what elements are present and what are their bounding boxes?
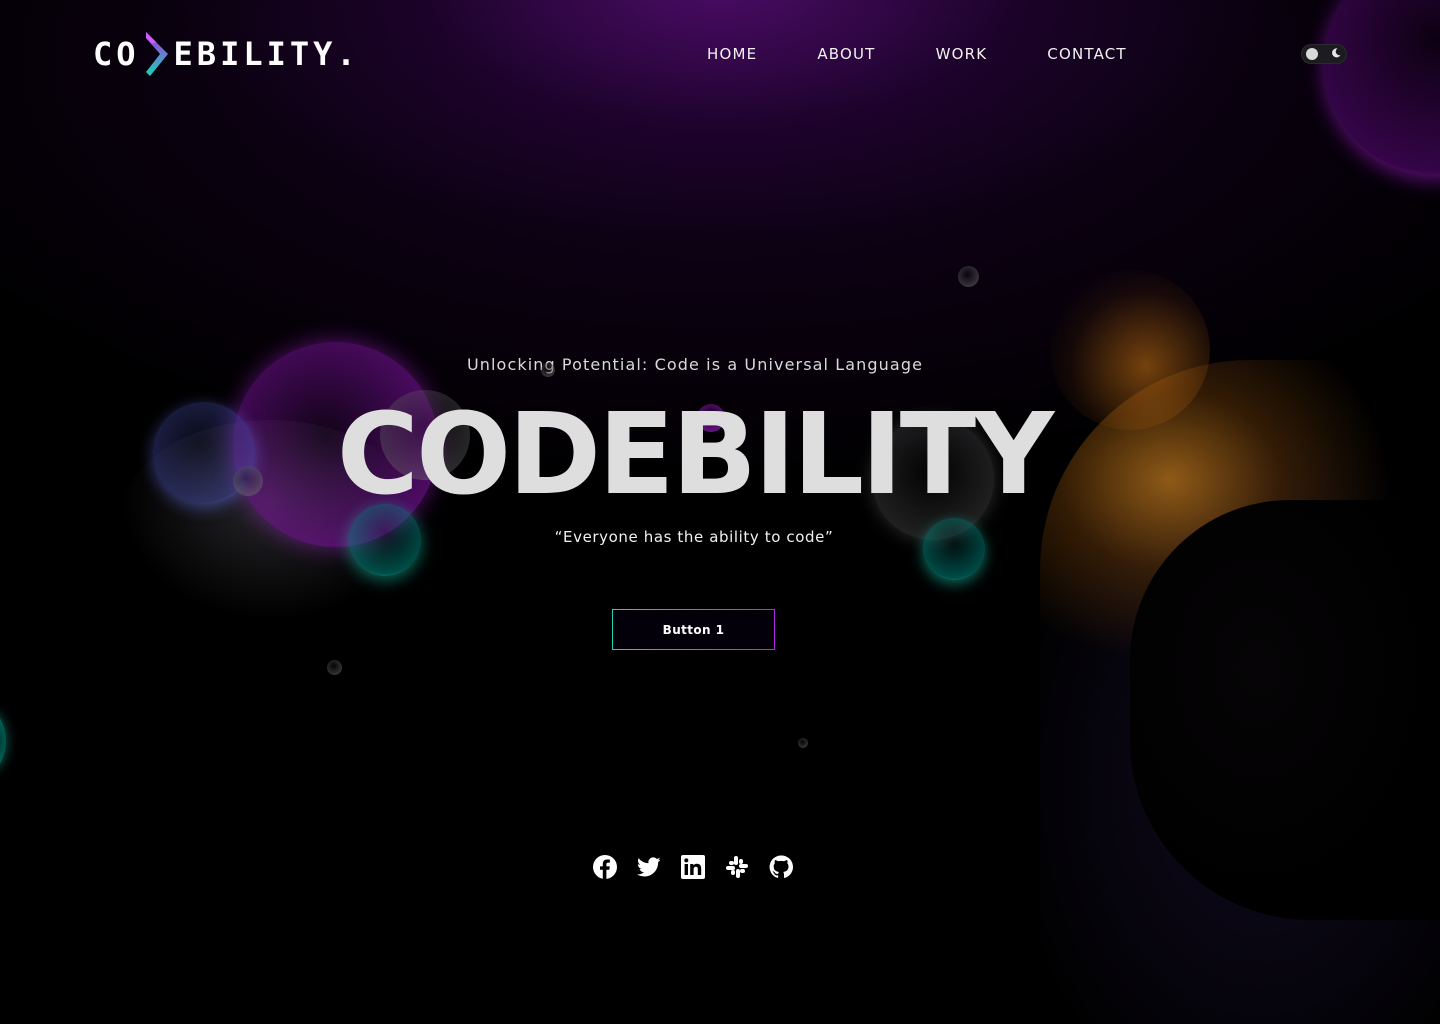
logo-chevron-icon (145, 32, 168, 76)
bubble-decoration (327, 660, 342, 675)
site-logo[interactable]: CO EBILITY. (93, 30, 360, 78)
github-icon (769, 855, 793, 879)
twitter-icon (637, 857, 661, 877)
linkedin-link[interactable] (681, 855, 705, 879)
hero-title: CODEBILITY (336, 390, 1054, 520)
hero-subtitle: Unlocking Potential: Code is a Universal… (466, 355, 924, 374)
github-link[interactable] (769, 855, 793, 879)
nav-item-home[interactable]: HOME (707, 43, 757, 65)
facebook-link[interactable] (593, 855, 617, 879)
toggle-knob (1306, 48, 1318, 60)
logo-text-right: EBILITY. (173, 35, 360, 73)
primary-cta-button[interactable]: Button 1 (612, 609, 775, 650)
linkedin-icon (681, 855, 705, 879)
facebook-icon (593, 855, 617, 879)
slack-icon (726, 856, 748, 878)
bubble-decoration (1324, 0, 1440, 174)
bubble-decoration (958, 266, 979, 287)
theme-toggle[interactable] (1301, 44, 1347, 64)
twitter-link[interactable] (637, 855, 661, 879)
social-links (593, 855, 793, 879)
hooded-figure-image (1010, 270, 1440, 1024)
bubble-decoration (0, 712, 6, 770)
landing-page: CO EBILITY. HOME ABOUT WORK CONTACT Unlo… (0, 0, 1440, 1024)
bubble-decoration (798, 738, 808, 748)
nav-item-work[interactable]: WORK (936, 43, 988, 65)
moon-icon (1332, 48, 1341, 58)
nav-item-about[interactable]: ABOUT (817, 43, 875, 65)
hero-quote: “Everyone has the ability to code” (554, 528, 834, 546)
slack-link[interactable] (725, 855, 749, 879)
main-nav: HOME ABOUT WORK CONTACT (707, 43, 1127, 65)
logo-text-left: CO (93, 35, 140, 73)
nav-item-contact[interactable]: CONTACT (1047, 43, 1127, 65)
